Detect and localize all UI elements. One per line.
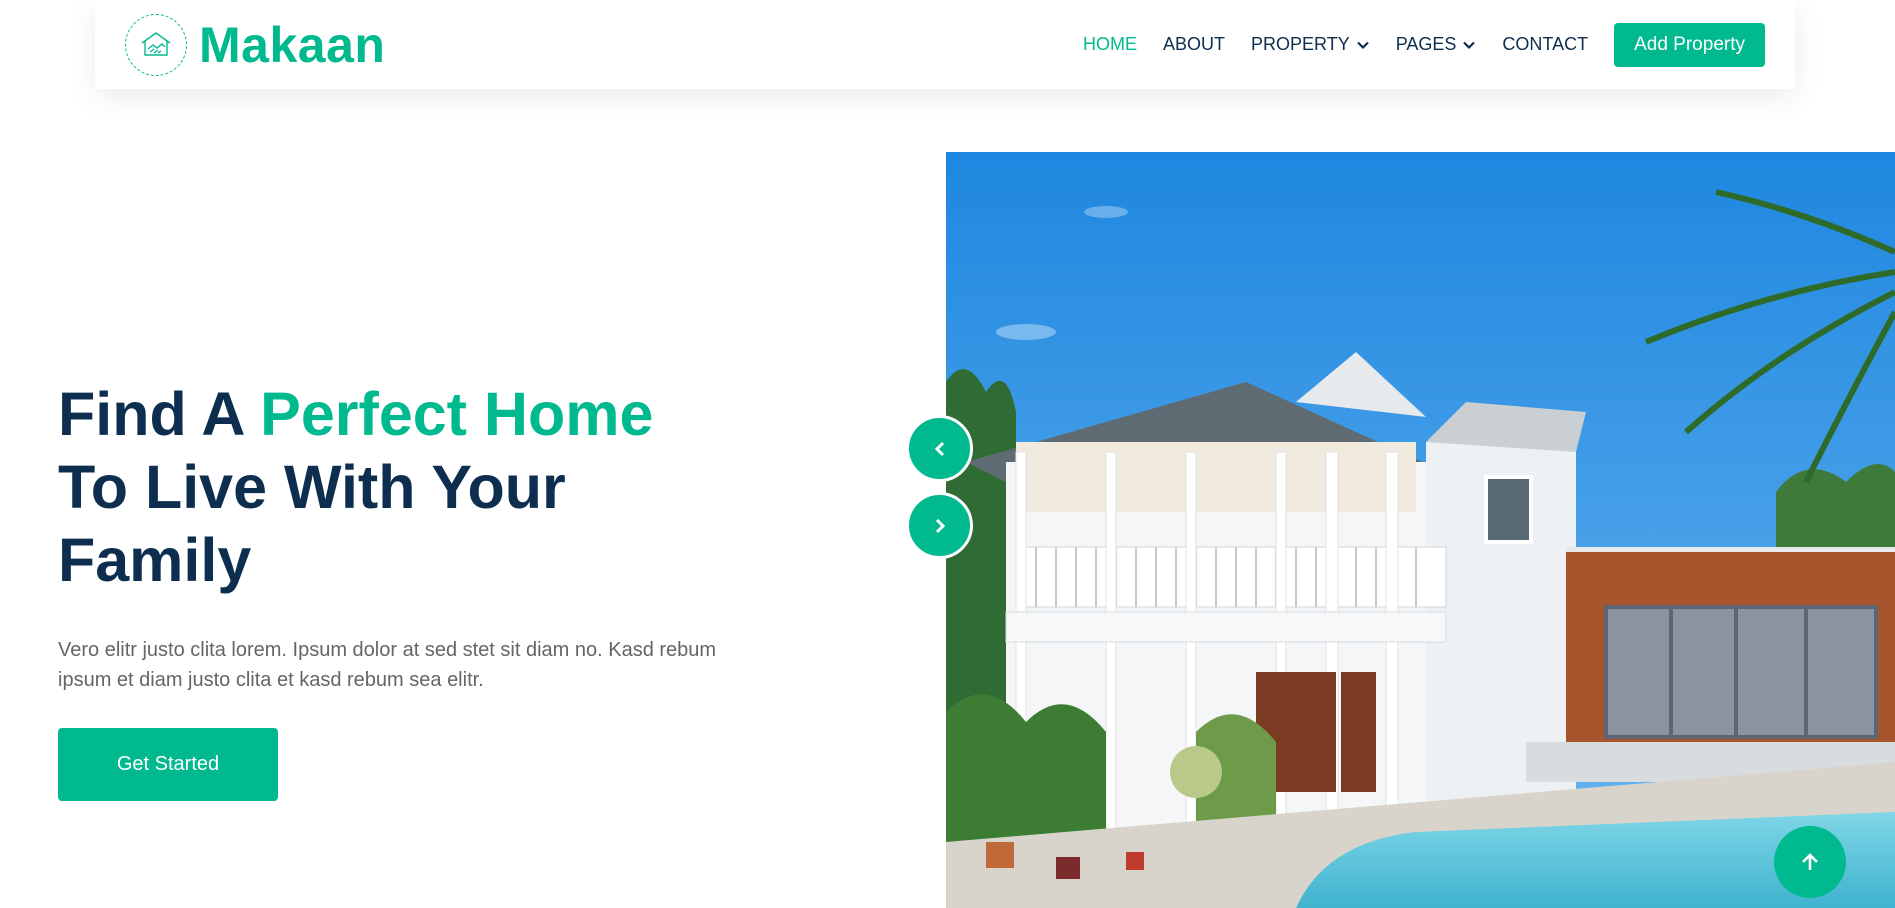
handshake-house-icon xyxy=(125,13,187,76)
hero-content: Find A Perfect Home To Live With Your Fa… xyxy=(58,378,778,695)
navbar: Makaan HOME ABOUT PROPERTY PAGES CONTACT… xyxy=(95,0,1795,89)
hero-title-part2: To Live With Your xyxy=(58,453,566,521)
chevron-left-icon xyxy=(934,441,944,456)
logo[interactable]: Makaan xyxy=(125,13,386,76)
house-illustration xyxy=(946,152,1895,908)
nav-property[interactable]: PROPERTY xyxy=(1251,34,1370,55)
hero-house-image xyxy=(946,152,1895,908)
get-started-button[interactable]: Get Started xyxy=(58,728,278,801)
nav-about[interactable]: ABOUT xyxy=(1163,34,1225,55)
hero-title-part3: Family xyxy=(58,526,252,594)
carousel-next-button[interactable] xyxy=(906,492,973,559)
nav-contact[interactable]: CONTACT xyxy=(1502,34,1588,55)
back-to-top-button[interactable] xyxy=(1774,826,1846,898)
nav-pages-label: PAGES xyxy=(1395,34,1457,54)
chevron-down-icon xyxy=(1463,41,1476,49)
arrow-up-icon xyxy=(1802,853,1818,870)
hero-title-part1: Find A xyxy=(58,380,261,448)
hero-description: Vero elitr justo clita lorem. Ipsum dolo… xyxy=(58,639,717,691)
chevron-down-icon xyxy=(1356,41,1369,49)
brand-name: Makaan xyxy=(199,16,386,73)
nav-pages[interactable]: PAGES xyxy=(1396,34,1477,55)
nav-home[interactable]: HOME xyxy=(1083,34,1137,55)
carousel-prev-button[interactable] xyxy=(906,415,973,482)
hero-title-accent: Perfect Home xyxy=(260,380,654,448)
nav-property-label: PROPERTY xyxy=(1251,34,1350,54)
chevron-right-icon xyxy=(935,518,945,533)
nav-menu: HOME ABOUT PROPERTY PAGES CONTACT Add Pr… xyxy=(1083,22,1765,67)
add-property-button[interactable]: Add Property xyxy=(1614,22,1765,67)
hero-title: Find A Perfect Home To Live With Your Fa… xyxy=(58,378,778,597)
